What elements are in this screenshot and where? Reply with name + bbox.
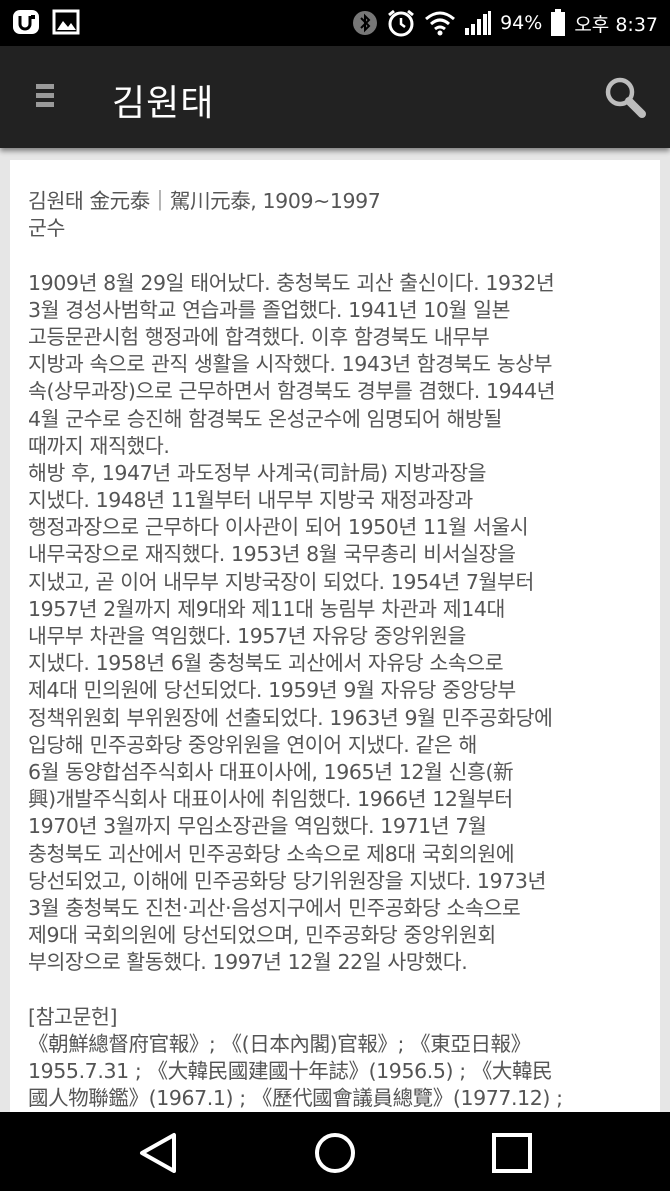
status-bar-right: 94% 오후 8:37 bbox=[352, 0, 658, 46]
battery-percent: 94% bbox=[500, 12, 543, 34]
article-line: 4월 군수로 승진해 함경북도 온성군수에 임명되어 해방될 bbox=[28, 406, 502, 431]
content-area[interactable]: 김원태 金元泰｜駕川元泰, 1909~1997 군수 1909년 8월 29일 태어… bbox=[0, 148, 670, 1112]
article-line: 3월 경성사범학교 연습과를 졸업했다. 1941년 10월 일본 bbox=[28, 297, 511, 322]
article-line: 제9대 국회의원에 당선되었으며, 민주공화당 중앙위원회 bbox=[28, 923, 496, 948]
battery-icon bbox=[550, 9, 566, 37]
back-triangle-icon[interactable] bbox=[136, 1130, 182, 1176]
article-line: 행정과장으로 근무하다 이사관이 되어 1950년 11월 서울시 bbox=[28, 515, 529, 540]
article-line: 속(상무과장)으로 근무하면서 함경북도 경부를 겸했다. 1944년 bbox=[28, 379, 556, 404]
article-line: 1909년 8월 29일 태어났다. 충청북도 괴산 출신이다. 1932년 bbox=[28, 270, 555, 295]
article-line: 1957년 2월까지 제9대와 제11대 농림부 차관과 제14대 bbox=[28, 596, 505, 621]
article-card: 김원태 金元泰｜駕川元泰, 1909~1997 군수 1909년 8월 29일 태어… bbox=[10, 160, 660, 1112]
article-line: 충청북도 괴산에서 민주공화당 소속으로 제8대 국회의원에 bbox=[28, 841, 515, 866]
article-line: 부의장으로 활동했다. 1997년 12월 22일 사망했다. bbox=[28, 950, 468, 975]
article-line: 3월 충청북도 진천·괴산·음성지구에서 민주공화당 소속으로 bbox=[28, 895, 521, 920]
navigation-bar bbox=[0, 1112, 670, 1191]
article-body: 김원태 金元泰｜駕川元泰, 1909~1997 군수 1909년 8월 29일 태어… bbox=[28, 188, 648, 1112]
article-line: 1955.7.31 ; 《大韓民國建國十年誌》(1956.5) ; 《大韓民 bbox=[28, 1059, 553, 1083]
app-bar: 김원태 bbox=[0, 46, 670, 148]
screen: 94% 오후 8:37 김원태 김원태 金元泰｜駕川元泰, 1909~1997 … bbox=[0, 0, 670, 1191]
article-line: 제4대 민의원에 당선되었다. 1959년 9월 자유당 중앙당부 bbox=[28, 678, 516, 703]
article-line: 당선되었고, 이해에 민주공화당 당기위원장을 지냈다. 1973년 bbox=[28, 868, 546, 893]
article-line: 해방 후, 1947년 과도정부 사계국(司計局) 지방과장을 bbox=[28, 460, 487, 485]
article-line: 내무부 차관을 역임했다. 1957년 자유당 중앙위원을 bbox=[28, 624, 467, 648]
article-line: 興)개발주식회사 대표이사에 취임했다. 1966년 12월부터 bbox=[28, 787, 513, 812]
article-line: 지방과 속으로 관직 생활을 시작했다. 1943년 함경북도 농상부 bbox=[28, 352, 553, 377]
u-plus-icon bbox=[12, 8, 42, 36]
recents-square-icon[interactable] bbox=[489, 1130, 535, 1176]
article-line: 입당해 민주공화당 중앙위원을 연이어 지냈다. 같은 해 bbox=[28, 732, 477, 757]
bluetooth-icon bbox=[352, 10, 378, 36]
article-line: 내무국장으로 재직했다. 1953년 8월 국무총리 비서실장을 bbox=[28, 542, 516, 567]
clock: 오후 8:37 bbox=[574, 13, 658, 36]
page-title: 김원태 bbox=[112, 83, 215, 124]
article-line: 정책위원회 부위원장에 선출되었다. 1963년 9월 민주공화당에 bbox=[28, 705, 553, 730]
article-line: 고등문관시험 행정과에 합격했다. 이후 함경북도 내무부 bbox=[28, 324, 490, 349]
status-bar: 94% 오후 8:37 bbox=[0, 0, 670, 46]
article-line: 지냈고, 곧 이어 내무부 지방국장이 되었다. 1954년 7월부터 bbox=[28, 569, 534, 594]
home-circle-icon[interactable] bbox=[312, 1130, 358, 1176]
signal-icon bbox=[464, 10, 492, 36]
article-line: 김원태 金元泰｜駕川元泰, 1909~1997 bbox=[28, 189, 381, 213]
gallery-icon bbox=[52, 9, 80, 35]
article-line: 《朝鮮總督府官報》; 《(日本內閣)官報》; 《東亞日報》 bbox=[28, 1031, 531, 1056]
search-icon[interactable] bbox=[602, 74, 648, 120]
article-line: 지냈다. 1958년 6월 충청북도 괴산에서 자유당 소속으로 bbox=[28, 651, 504, 676]
article-line: 6월 동양합섬주식회사 대표이사에, 1965년 12월 신흥(新 bbox=[28, 759, 514, 784]
article-line: 군수 bbox=[28, 216, 65, 241]
article-line: 때까지 재직했다. bbox=[28, 433, 170, 458]
article-line: [참고문헌] bbox=[28, 1004, 118, 1029]
article-line: 1970년 3월까지 무임소장관을 역임했다. 1971년 7월 bbox=[28, 814, 487, 839]
status-bar-left bbox=[12, 8, 80, 36]
article-line: 國人物聯鑑》(1967.1) ; 《歷代國會議員總覽》(1977.12) ; bbox=[28, 1086, 563, 1111]
wifi-icon bbox=[424, 10, 456, 36]
article-line: 지냈다. 1948년 11월부터 내무부 지방국 재정과장과 bbox=[28, 488, 473, 513]
alarm-icon bbox=[386, 8, 416, 38]
hamburger-menu-icon[interactable] bbox=[26, 76, 66, 116]
